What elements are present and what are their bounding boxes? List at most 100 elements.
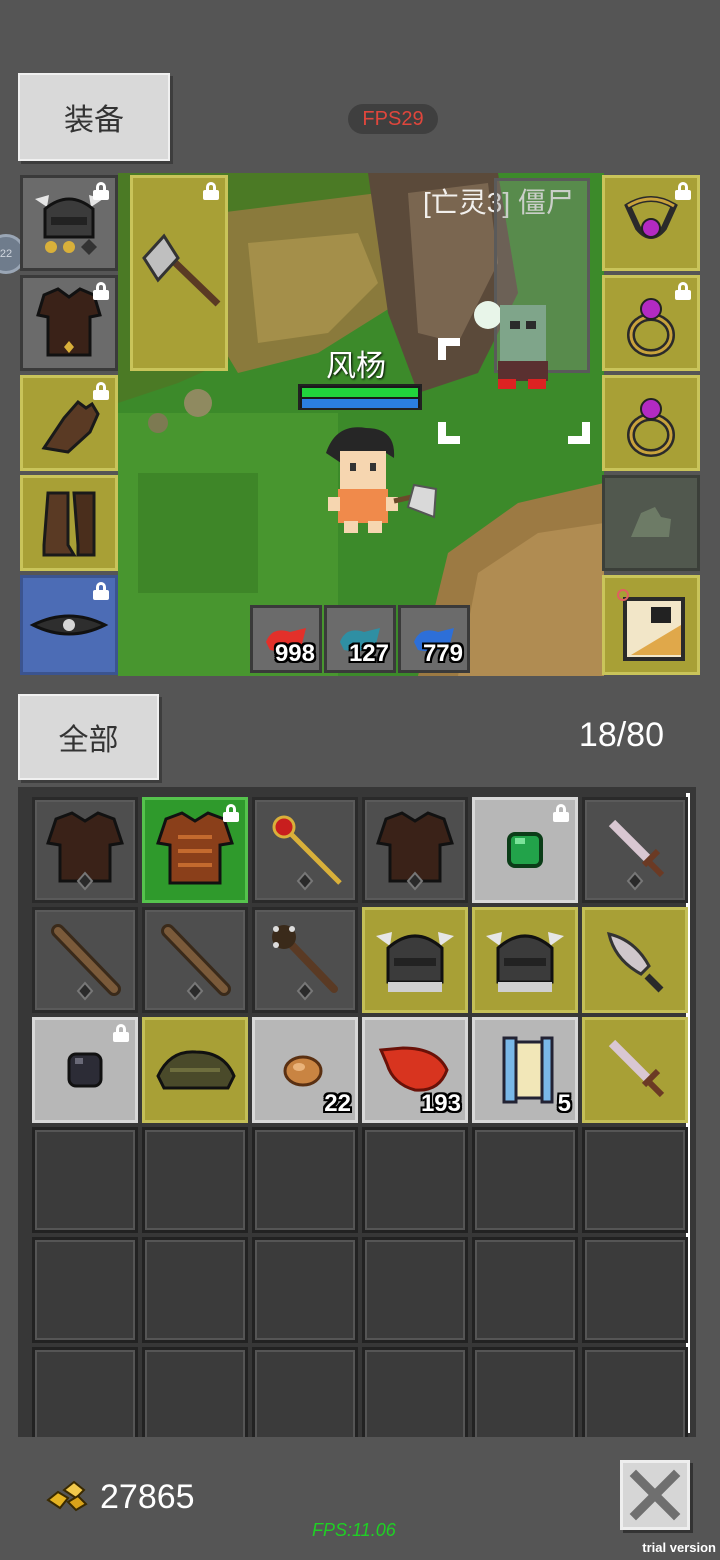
potion-slot-2[interactable]: 127 bbox=[324, 605, 396, 673]
inventory-item[interactable] bbox=[142, 907, 248, 1013]
inventory-item[interactable] bbox=[472, 907, 578, 1013]
lock-icon bbox=[93, 582, 109, 600]
empty-slot[interactable] bbox=[472, 1347, 578, 1437]
tab-all[interactable]: 全部 bbox=[18, 694, 159, 780]
mount-icon bbox=[631, 507, 671, 537]
empty-slot[interactable] bbox=[252, 1347, 358, 1437]
empty-slot[interactable] bbox=[472, 1237, 578, 1343]
lock-icon bbox=[113, 1024, 129, 1042]
inventory-item[interactable] bbox=[252, 907, 358, 1013]
empty-slot[interactable] bbox=[142, 1127, 248, 1233]
inventory-item[interactable] bbox=[32, 907, 138, 1013]
dark-ore-icon bbox=[67, 1052, 103, 1088]
turtle-shell-icon bbox=[156, 1050, 236, 1090]
lock-icon bbox=[203, 182, 219, 200]
lock-icon bbox=[223, 804, 239, 822]
bread-icon bbox=[283, 1055, 323, 1087]
potion-count: 998 bbox=[274, 640, 315, 667]
potion-slot-3[interactable]: 779 bbox=[398, 605, 470, 673]
lock-icon bbox=[93, 382, 109, 400]
equip-slot-gloves[interactable] bbox=[20, 375, 118, 471]
empty-slot[interactable] bbox=[32, 1347, 138, 1437]
empty-slot[interactable] bbox=[32, 1237, 138, 1343]
item-count: 193 bbox=[420, 1090, 461, 1117]
empty-slot[interactable] bbox=[142, 1237, 248, 1343]
ring-icon bbox=[627, 398, 675, 457]
inventory-item[interactable] bbox=[362, 797, 468, 903]
tab-equipment-label: 装备 bbox=[64, 104, 124, 137]
inventory-item[interactable] bbox=[582, 1017, 688, 1123]
empty-slot[interactable] bbox=[472, 1127, 578, 1233]
inventory-item[interactable] bbox=[142, 797, 248, 903]
equip-slot-belt[interactable] bbox=[20, 575, 118, 675]
equip-slot-mount[interactable] bbox=[602, 475, 700, 571]
empty-slot[interactable] bbox=[252, 1237, 358, 1343]
equip-slot-helmet[interactable] bbox=[20, 175, 118, 271]
ruby-staff-icon bbox=[272, 815, 342, 891]
inventory-item[interactable] bbox=[362, 907, 468, 1013]
belt-icon bbox=[29, 614, 109, 636]
mp-bar bbox=[302, 399, 418, 408]
trial-watermark: trial version bbox=[642, 1540, 716, 1555]
leather-armor-icon bbox=[376, 811, 454, 891]
close-icon bbox=[629, 1469, 681, 1521]
empty-slot[interactable] bbox=[582, 1127, 688, 1233]
tab-equipment[interactable]: 装备 bbox=[18, 73, 170, 161]
lock-icon bbox=[675, 282, 691, 300]
equip-slot-ring-1[interactable] bbox=[602, 275, 700, 371]
inventory-item[interactable] bbox=[32, 797, 138, 903]
inventory-item[interactable] bbox=[32, 1017, 138, 1123]
tab-all-label: 全部 bbox=[58, 724, 119, 757]
lock-icon bbox=[675, 182, 691, 200]
equip-slot-ring-2[interactable] bbox=[602, 375, 700, 471]
empty-slot[interactable] bbox=[362, 1237, 468, 1343]
ring-icon bbox=[627, 298, 675, 357]
leather-armor-icon bbox=[46, 811, 124, 891]
empty-slot[interactable] bbox=[252, 1127, 358, 1233]
equip-slot-boots[interactable] bbox=[20, 475, 118, 571]
close-button[interactable] bbox=[620, 1460, 690, 1530]
spiked-club-icon bbox=[272, 925, 338, 1001]
hp-bar bbox=[302, 388, 418, 397]
inventory-item[interactable] bbox=[472, 797, 578, 903]
item-count: 22 bbox=[324, 1090, 351, 1117]
empty-slot[interactable] bbox=[32, 1127, 138, 1233]
inventory-item[interactable]: 193 bbox=[362, 1017, 468, 1123]
lock-icon bbox=[553, 804, 569, 822]
empty-slot[interactable] bbox=[362, 1127, 468, 1233]
boots-icon bbox=[42, 491, 96, 557]
equip-slot-armor[interactable] bbox=[20, 275, 118, 371]
empty-slot[interactable] bbox=[362, 1347, 468, 1437]
dagger-icon bbox=[606, 931, 664, 993]
inventory-item[interactable]: 5 bbox=[472, 1017, 578, 1123]
inventory-grid[interactable]: 22 193 5 bbox=[18, 787, 696, 1437]
target-brackets bbox=[438, 338, 590, 444]
axe-icon bbox=[142, 233, 221, 307]
equip-slot-amulet[interactable] bbox=[602, 175, 700, 271]
empty-slot[interactable] bbox=[582, 1347, 688, 1437]
scroll-icon bbox=[502, 1036, 554, 1104]
inventory-item[interactable] bbox=[582, 907, 688, 1013]
empty-slot[interactable] bbox=[142, 1347, 248, 1437]
short-sword-icon bbox=[608, 819, 665, 891]
inventory-item[interactable] bbox=[252, 797, 358, 903]
equip-slot-pet[interactable] bbox=[602, 575, 700, 675]
player-bars bbox=[298, 384, 422, 410]
empty-slot[interactable] bbox=[582, 1237, 688, 1343]
short-sword-icon bbox=[608, 1039, 665, 1098]
horned-helmet-icon bbox=[486, 932, 564, 992]
fps-indicator: FPS29 bbox=[348, 104, 438, 134]
potion-slot-1[interactable]: 998 bbox=[250, 605, 322, 673]
player-character-icon[interactable] bbox=[316, 423, 446, 543]
item-count: 5 bbox=[557, 1090, 571, 1117]
inventory-item[interactable] bbox=[582, 797, 688, 903]
equip-slot-weapon[interactable] bbox=[130, 175, 228, 371]
wooden-club-icon bbox=[161, 924, 231, 1001]
gold-nuggets-icon bbox=[46, 1480, 88, 1512]
horned-helmet-icon bbox=[376, 932, 454, 992]
inventory-item[interactable]: 22 bbox=[252, 1017, 358, 1123]
gold-amount: 27865 bbox=[100, 1478, 195, 1516]
wooden-club-icon bbox=[51, 924, 121, 1001]
inventory-item[interactable] bbox=[142, 1017, 248, 1123]
potion-count: 779 bbox=[422, 640, 463, 667]
